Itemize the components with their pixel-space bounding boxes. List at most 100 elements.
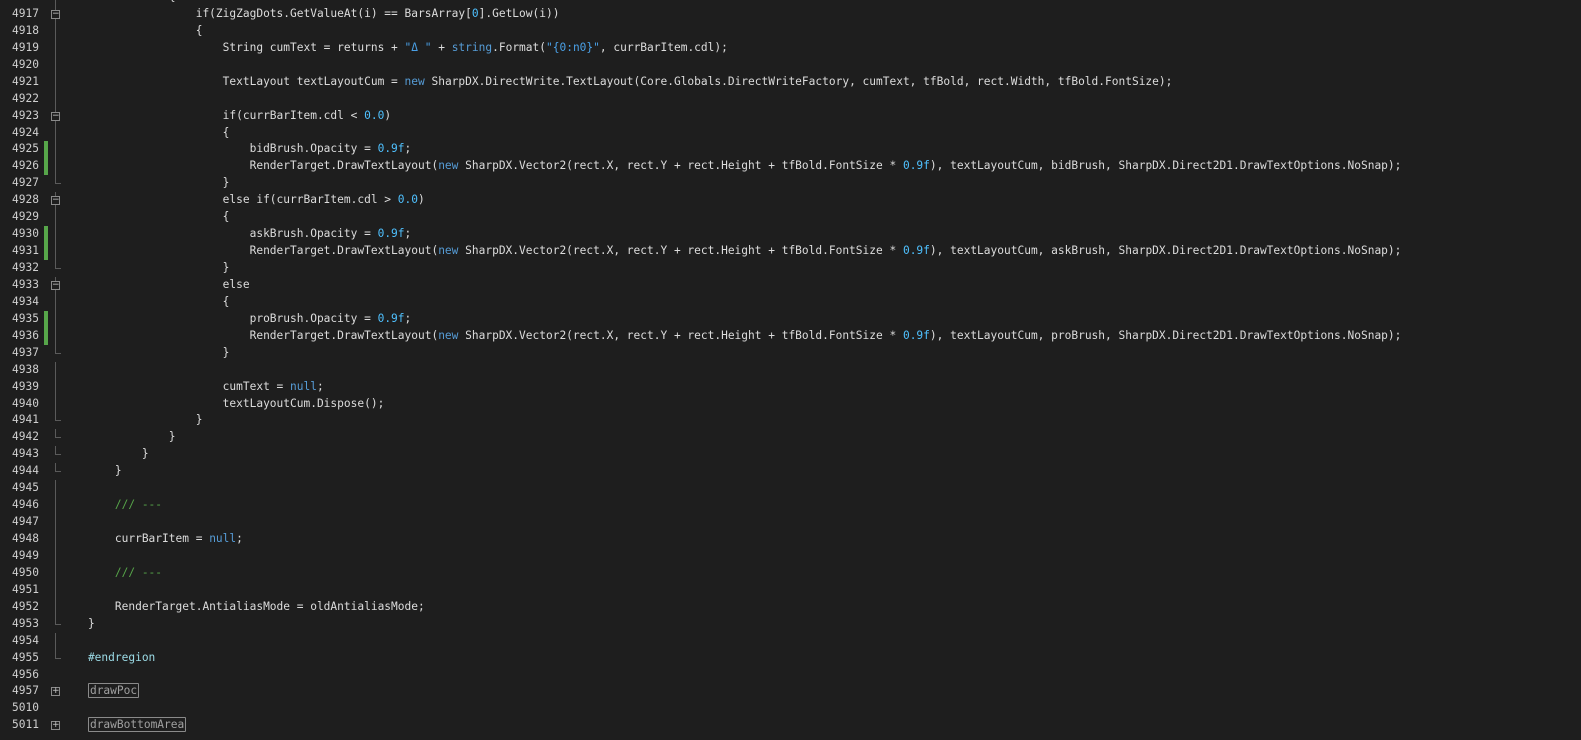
code-line[interactable]: 4934 {	[0, 293, 1581, 311]
code-line[interactable]: 4942 }	[0, 429, 1581, 446]
code-line[interactable]: 4939 cumText = null;	[0, 378, 1581, 396]
code-line[interactable]: 4920	[0, 56, 1581, 74]
code-text[interactable]: RenderTarget.DrawTextLayout(new SharpDX.…	[61, 243, 1402, 260]
code-text[interactable]: else	[61, 277, 250, 294]
code-text[interactable]: RenderTarget.DrawTextLayout(new SharpDX.…	[61, 158, 1402, 175]
collapsed-region[interactable]: drawBottomArea	[87, 717, 187, 733]
code-text[interactable]: askBrush.Opacity = 0.9f;	[61, 226, 412, 243]
code-line[interactable]: 4940 textLayoutCum.Dispose();	[0, 395, 1581, 413]
code-line[interactable]: 4935 proBrush.Opacity = 0.9f;	[0, 310, 1581, 328]
code-line[interactable]: 4931 RenderTarget.DrawTextLayout(new Sha…	[0, 243, 1581, 260]
code-text[interactable]: cumText = null;	[61, 379, 324, 396]
code-text[interactable]: /// ---	[61, 565, 162, 582]
code-text[interactable]: {	[61, 294, 230, 311]
code-text[interactable]: drawBottomArea	[61, 717, 187, 734]
code-line[interactable]: 4917 − if(ZigZagDots.GetValueAt(i) == Bar…	[0, 5, 1581, 23]
code-line[interactable]: 4945	[0, 480, 1581, 498]
code-token: ;	[236, 532, 243, 545]
change-marker	[44, 226, 48, 244]
code-line[interactable]: 4951	[0, 581, 1581, 599]
code-editor[interactable]: 4916 {4917− if(ZigZagDots.GetValueAt(i) …	[0, 0, 1581, 740]
code-line[interactable]: 4943 }	[0, 446, 1581, 463]
code-text[interactable]: /// ---	[61, 497, 162, 514]
code-line[interactable]: 4925 bidBrush.Opacity = 0.9f;	[0, 141, 1581, 159]
code-text[interactable]: textLayoutCum.Dispose();	[61, 396, 385, 413]
collapsed-region[interactable]: drawPoc	[87, 683, 140, 699]
code-text[interactable]: else if(currBarItem.cdl > 0.0)	[61, 192, 425, 209]
code-line[interactable]: 4946 /// ---	[0, 497, 1581, 515]
code-line[interactable]: 4921 TextLayout textLayoutCum = new Shar…	[0, 73, 1581, 91]
code-text[interactable]: drawPoc	[61, 683, 140, 700]
expand-icon[interactable]: +	[51, 721, 60, 731]
code-line[interactable]: 4932 }	[0, 260, 1581, 277]
collapse-icon[interactable]: −	[51, 196, 60, 206]
code-text[interactable]: RenderTarget.AntialiasMode = oldAntialia…	[61, 599, 425, 616]
code-text[interactable]: {	[61, 23, 203, 40]
code-line[interactable]: 4956	[0, 667, 1581, 684]
code-token: RenderTarget.DrawTextLayout(	[61, 159, 439, 173]
code-text[interactable]: if(ZigZagDots.GetValueAt(i) == BarsArray…	[61, 6, 560, 23]
code-line[interactable]: 4933 − else	[0, 276, 1581, 294]
code-line[interactable]: 5010	[0, 700, 1581, 717]
code-line[interactable]: 4944 }	[0, 463, 1581, 480]
code-line[interactable]: 4941 }	[0, 412, 1581, 429]
code-text[interactable]: }	[61, 616, 95, 633]
collapse-icon[interactable]: −	[51, 111, 60, 121]
code-line[interactable]: 4919 String cumText = returns + "Δ " + s…	[0, 39, 1581, 57]
code-line[interactable]: 4957 + drawPoc	[0, 683, 1581, 700]
collapse-icon[interactable]: −	[51, 9, 60, 19]
code-text[interactable]: if(currBarItem.cdl < 0.0)	[61, 108, 391, 125]
code-line[interactable]: 4928 − else if(currBarItem.cdl > 0.0)	[0, 192, 1581, 210]
code-text[interactable]: {	[61, 209, 230, 226]
code-line[interactable]: 4954	[0, 632, 1581, 650]
code-line[interactable]: 4927 }	[0, 175, 1581, 192]
code-line[interactable]: 4936 RenderTarget.DrawTextLayout(new Sha…	[0, 327, 1581, 345]
line-number: 4942	[12, 430, 39, 444]
code-text[interactable]: String cumText = returns + "Δ " + string…	[61, 40, 728, 57]
code-text[interactable]: }	[61, 260, 230, 277]
code-line[interactable]: 4955 #endregion	[0, 649, 1581, 667]
code-line[interactable]: 4922	[0, 90, 1581, 108]
fold-guide	[55, 564, 56, 582]
code-line[interactable]: 4948 currBarItem = null;	[0, 531, 1581, 548]
code-text[interactable]: }	[61, 446, 149, 463]
code-line[interactable]: 4947	[0, 514, 1581, 531]
code-text[interactable]: #endregion	[61, 650, 155, 667]
line-number: 4918	[12, 23, 39, 37]
code-line[interactable]: 4918 {	[0, 22, 1581, 40]
code-line[interactable]: 4937 }	[0, 344, 1581, 362]
code-text[interactable]: }	[61, 175, 230, 192]
code-line[interactable]: 4953 }	[0, 615, 1581, 633]
fold-guide	[55, 124, 56, 142]
code-text[interactable]: TextLayout textLayoutCum = new SharpDX.D…	[61, 74, 1173, 91]
code-line[interactable]: 5011 + drawBottomArea	[0, 717, 1581, 734]
fold-guide	[55, 361, 56, 379]
fold-guide	[55, 327, 56, 345]
fold-guide	[55, 209, 56, 227]
code-line[interactable]: 4924 {	[0, 124, 1581, 142]
expand-icon[interactable]: +	[51, 687, 60, 697]
code-token: SharpDX.Vector2(rect.X, rect.Y + rect.He…	[458, 159, 903, 173]
code-text[interactable]: bidBrush.Opacity = 0.9f;	[61, 141, 412, 158]
code-line[interactable]: 4923 − if(currBarItem.cdl < 0.0)	[0, 107, 1581, 125]
code-line[interactable]: 4949	[0, 547, 1581, 565]
code-text[interactable]: }	[61, 412, 203, 429]
code-text[interactable]: RenderTarget.DrawTextLayout(new SharpDX.…	[61, 328, 1402, 345]
code-line[interactable]: 4929 {	[0, 209, 1581, 227]
code-text[interactable]: currBarItem = null;	[61, 531, 243, 548]
code-line[interactable]: 4952 RenderTarget.AntialiasMode = oldAnt…	[0, 598, 1581, 616]
code-text[interactable]: proBrush.Opacity = 0.9f;	[61, 311, 412, 328]
code-line[interactable]: 4950 /// ---	[0, 564, 1581, 582]
fold-guide	[55, 293, 56, 311]
code-line[interactable]: 4938	[0, 361, 1581, 379]
line-number: 4926	[12, 159, 39, 173]
collapse-icon[interactable]: −	[51, 280, 60, 290]
code-text[interactable]: }	[61, 345, 230, 362]
code-text[interactable]: }	[61, 429, 176, 446]
code-text[interactable]: }	[61, 463, 122, 480]
code-text[interactable]: {	[61, 125, 230, 142]
code-line[interactable]: 4926 RenderTarget.DrawTextLayout(new Sha…	[0, 158, 1581, 176]
code-line[interactable]: 4930 askBrush.Opacity = 0.9f;	[0, 226, 1581, 244]
